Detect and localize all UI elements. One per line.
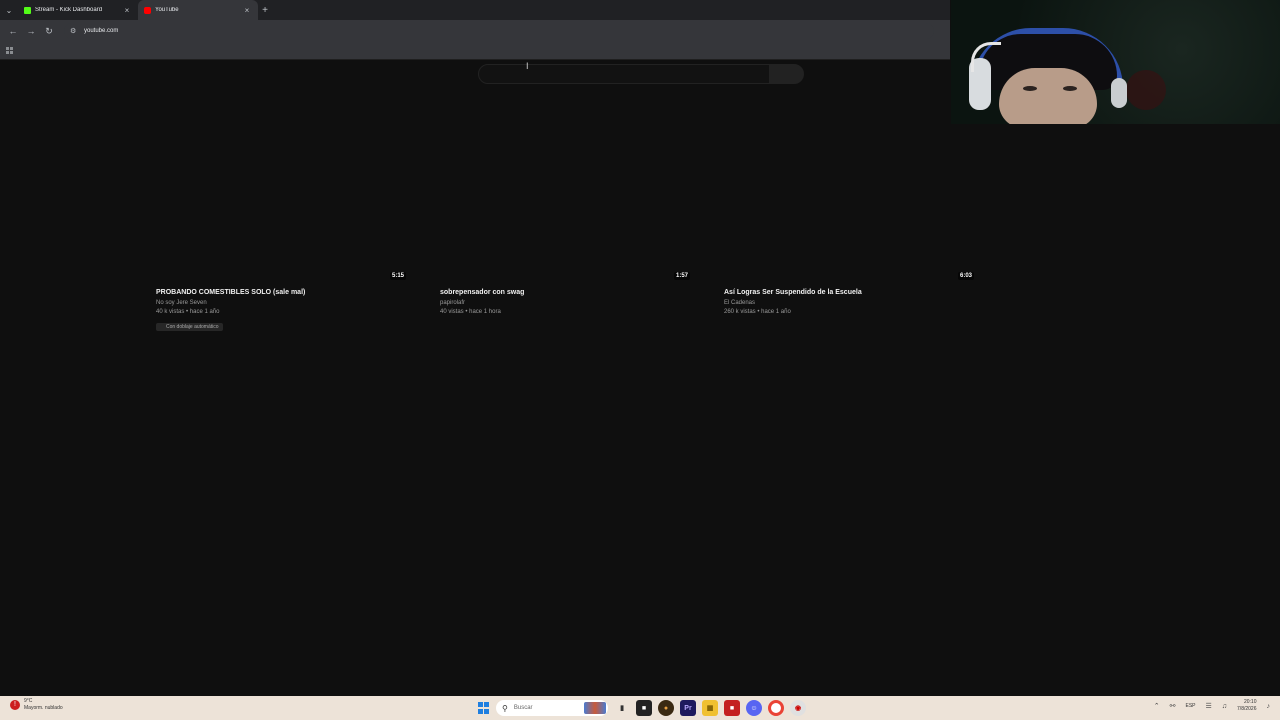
terminal-icon[interactable]: ■	[636, 700, 652, 716]
webcam-chair	[1126, 70, 1166, 110]
language-indicator[interactable]: ESP	[1185, 703, 1195, 709]
taskbar-search-label: Buscar	[513, 705, 533, 711]
tab-search-chevron-icon[interactable]: ⌄	[0, 0, 18, 20]
app-circle-icon[interactable]: ●	[658, 700, 674, 716]
video-title[interactable]: sobrepensador con swag	[440, 289, 692, 296]
back-arrow-icon[interactable]: ←	[4, 26, 22, 36]
webcam-face	[999, 68, 1097, 124]
search-button[interactable]	[770, 64, 804, 84]
discord-icon[interactable]: ☺	[746, 700, 762, 716]
reload-icon[interactable]: ↻	[40, 26, 58, 37]
weather-desc: Mayorm. nublado	[24, 705, 63, 711]
bookmarks-bar	[0, 42, 950, 60]
clock-date: 7/8/2026	[1237, 706, 1257, 712]
webcam-eye	[1063, 86, 1077, 91]
site-info-icon[interactable]: ⚙	[70, 27, 78, 35]
search-input[interactable]	[478, 64, 770, 84]
tab-youtube[interactable]: YouTube ×	[138, 0, 258, 20]
network-icon[interactable]: ⚯	[1170, 702, 1176, 710]
close-tab-icon[interactable]: ×	[242, 6, 252, 15]
video-thumbnail[interactable]: 6:03	[724, 88, 976, 282]
taskbar-search[interactable]: ⚲ Buscar	[496, 700, 608, 716]
video-card[interactable]: 6:03 Así Logras Ser Suspendido de la Esc…	[724, 88, 976, 315]
obs-icon[interactable]: ◉	[790, 700, 806, 716]
youtube-logo-icon	[144, 6, 151, 14]
weather-temp: 9°C	[24, 698, 33, 704]
clock-time: 20:10	[1243, 699, 1257, 705]
app-red-icon[interactable]: ■	[724, 700, 740, 716]
screen: ⌄ Stream - Kick Dashboard × YouTube × + …	[0, 0, 1280, 720]
video-meta: 40 vistas • hace 1 hora	[440, 309, 501, 315]
webcam-overlay	[951, 0, 1280, 124]
kick-logo-icon	[24, 6, 31, 14]
notification-bell-icon[interactable]: ♪	[1267, 703, 1271, 710]
search-highlight-image	[584, 702, 606, 714]
video-meta: 260 k vistas • hace 1 año	[724, 309, 791, 315]
browser-toolbar: ← → ↻ ⚙ youtube.com	[0, 20, 950, 42]
address-bar[interactable]: ⚙ youtube.com	[64, 23, 934, 39]
close-tab-icon[interactable]: ×	[122, 6, 132, 15]
tab-kick-dashboard[interactable]: Stream - Kick Dashboard ×	[18, 0, 138, 20]
video-card[interactable]: 1:57 sobrepensador con swag papirolafr 4…	[440, 88, 692, 315]
dubbing-badge: Con doblaje automático	[156, 323, 223, 331]
video-title[interactable]: Así Logras Ser Suspendido de la Escuela	[724, 289, 976, 296]
chrome-icon[interactable]	[768, 700, 784, 716]
browser-tabstrip: ⌄ Stream - Kick Dashboard × YouTube × +	[0, 0, 950, 20]
weather-alert-icon: !	[10, 700, 20, 710]
webcam-eye	[1023, 86, 1037, 91]
premiere-pro-icon[interactable]: Pr	[680, 700, 696, 716]
video-meta: 40 k vistas • hace 1 año	[156, 309, 220, 315]
video-thumbnail[interactable]: 5:15	[156, 88, 408, 282]
headset-earcup-right	[1111, 78, 1127, 108]
video-title[interactable]: PROBANDO COMESTIBLES SOLO (sale mal)	[156, 289, 408, 296]
tab-title: YouTube	[155, 7, 179, 13]
chevron-up-icon[interactable]: ⌃	[1154, 702, 1160, 710]
video-duration: 1:57	[673, 272, 690, 280]
windows-taskbar: ! 9°C Mayorm. nublado ⚲ Buscar ▮ ■ ● Pr …	[0, 696, 1280, 720]
taskbar-apps: ⚲ Buscar ▮ ■ ● Pr ▦ ■ ☺ ◉	[478, 699, 806, 717]
volume-icon[interactable]: ♫	[1222, 703, 1227, 710]
weather-widget[interactable]: ! 9°C Mayorm. nublado	[10, 698, 63, 712]
system-tray: ⌃ ⚯ ESP ☰ ♫ 20:10 7/8/2026 ♪	[1154, 699, 1270, 713]
folder-icon[interactable]: ▦	[702, 700, 718, 716]
video-channel[interactable]: No soy Jere Seven	[156, 300, 408, 306]
windows-start-icon[interactable]	[478, 702, 490, 714]
new-tab-plus-icon[interactable]: +	[258, 5, 272, 16]
file-explorer-icon[interactable]: ▮	[614, 700, 630, 716]
wifi-icon[interactable]: ☰	[1206, 702, 1212, 710]
clock[interactable]: 20:10 7/8/2026	[1237, 699, 1256, 713]
apps-grid-icon[interactable]	[6, 46, 14, 55]
search-icon: ⚲	[502, 703, 508, 713]
text-cursor-icon: I	[526, 61, 529, 71]
video-card[interactable]: 5:15 PROBANDO COMESTIBLES SOLO (sale mal…	[156, 88, 408, 333]
video-channel[interactable]: El Cadenas	[724, 300, 976, 306]
forward-arrow-icon[interactable]: →	[22, 26, 40, 36]
video-duration: 6:03	[957, 272, 974, 280]
video-channel[interactable]: papirolafr	[440, 300, 692, 306]
video-duration: 5:15	[389, 272, 406, 280]
address-url: youtube.com	[84, 28, 119, 34]
video-thumbnail[interactable]: 1:57	[440, 88, 692, 282]
tab-title: Stream - Kick Dashboard	[35, 7, 103, 13]
